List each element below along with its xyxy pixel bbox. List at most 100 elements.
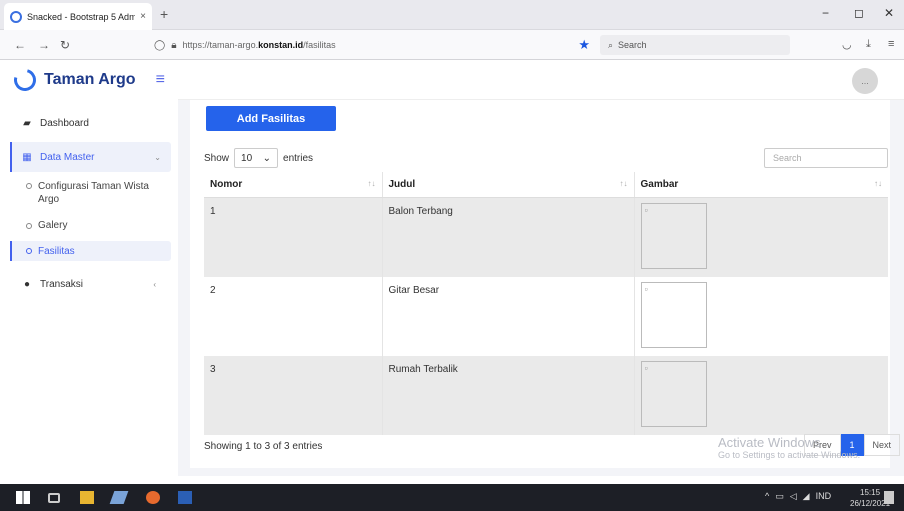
- table-row: 3 Rumah Terbalik: [204, 355, 888, 435]
- brand-name: Taman Argo: [44, 71, 136, 88]
- favicon-icon: [10, 10, 22, 23]
- tab-title: Snacked - Bootstrap 5 Admin T: [27, 11, 136, 22]
- column-header-gambar[interactable]: Gambar ↑↓: [633, 172, 888, 198]
- cell-gambar: [633, 197, 888, 277]
- show-label: Show: [204, 152, 230, 164]
- add-fasilitas-button[interactable]: Add Fasilitas: [206, 106, 336, 131]
- avatar[interactable]: ...: [852, 68, 878, 94]
- taskbar: ^ ▭ ◁ ◢ IND 15:15 26/12/2021: [0, 484, 904, 511]
- entries-length-control: Show 10 ⌄ entries: [204, 148, 313, 168]
- sidebar-item-data-master[interactable]: ▦ Data Master ⌄: [10, 142, 171, 172]
- fasilitas-table: Nomor ↑↓ Judul ↑↓ Gambar ↑↓ 1 Balon Terbang…: [204, 172, 888, 435]
- menu-icon[interactable]: ≡: [888, 38, 894, 50]
- task-view-icon[interactable]: [48, 493, 60, 503]
- network-icon[interactable]: ◢: [803, 491, 810, 502]
- grid-icon: ▦: [22, 151, 32, 163]
- chevron-down-icon: ⌄: [154, 152, 161, 162]
- table-search-input[interactable]: Search: [764, 148, 888, 168]
- shield-icon: ◯: [154, 39, 166, 51]
- app-header: [178, 60, 904, 100]
- cell-gambar: [633, 355, 888, 435]
- sidebar-item-label: Transaksi: [40, 278, 83, 290]
- cell-nomor: 1: [204, 197, 382, 277]
- circle-icon: [26, 248, 32, 254]
- cell-judul: Rumah Terbalik: [381, 355, 634, 435]
- sidebar-subitem-label: Galery: [38, 220, 68, 231]
- cell-judul: Balon Terbang: [381, 197, 634, 277]
- reload-icon[interactable]: ↻: [60, 38, 70, 52]
- new-tab-button[interactable]: +: [160, 6, 168, 22]
- table-row: 1 Balon Terbang: [204, 197, 888, 277]
- sort-icon: ↑↓: [367, 179, 376, 188]
- entries-label: entries: [283, 152, 314, 164]
- next-page-button[interactable]: Next: [863, 434, 901, 456]
- firefox-icon[interactable]: [146, 491, 160, 504]
- cell-judul: Gitar Besar: [381, 276, 634, 356]
- minimize-button[interactable]: −: [822, 6, 829, 20]
- watermark-title: Activate Windows: [718, 435, 821, 450]
- sidebar-subitem-label: Fasilitas: [38, 245, 75, 257]
- column-header-nomor[interactable]: Nomor ↑↓: [204, 172, 382, 198]
- sort-icon: ↑↓: [619, 179, 628, 188]
- browser-search-box[interactable]: ⌕ Search: [600, 35, 790, 55]
- entries-select[interactable]: 10 ⌄: [234, 148, 279, 168]
- file-explorer-icon[interactable]: [80, 491, 94, 504]
- address-bar[interactable]: ◯ 🔒︎ https://taman-argo.konstan.id/fasil…: [150, 35, 590, 55]
- language-indicator[interactable]: IND: [816, 491, 832, 502]
- tab-close-button[interactable]: ×: [140, 11, 146, 22]
- forward-icon[interactable]: →: [38, 38, 50, 52]
- sidebar-subitem-fasilitas[interactable]: Fasilitas: [10, 241, 171, 261]
- chevron-up-icon[interactable]: ^: [765, 491, 769, 502]
- main-content: Add Fasilitas Show 10 ⌄ entries Search N…: [178, 100, 904, 476]
- chevron-down-icon: ⌄: [262, 152, 272, 164]
- search-placeholder: Search: [618, 40, 647, 50]
- broken-image-icon: [640, 281, 707, 348]
- browser-tab[interactable]: Snacked - Bootstrap 5 Admin T ×: [4, 3, 152, 30]
- app-icon[interactable]: [109, 491, 129, 504]
- column-header-judul[interactable]: Judul ↑↓: [381, 172, 634, 198]
- cell-nomor: 3: [204, 355, 382, 435]
- battery-icon[interactable]: ▭: [775, 491, 784, 502]
- lock-icon: 🔒︎: [171, 39, 177, 51]
- browser-nav-bar: ← → ↻ ◯ 🔒︎ https://taman-argo.konstan.id…: [0, 30, 904, 60]
- sidebar-subitem-galery[interactable]: Galery: [0, 220, 178, 231]
- sidebar: ▰ Dashboard ▦ Data Master ⌄ Configurasi …: [0, 100, 178, 476]
- circle-icon: [26, 183, 32, 189]
- download-icon[interactable]: ⤓: [866, 38, 871, 51]
- windows-start-icon[interactable]: [16, 491, 30, 504]
- drop-icon: ●: [23, 278, 31, 290]
- maximize-button[interactable]: ◻: [854, 6, 864, 20]
- circle-icon: [26, 223, 32, 229]
- chevron-left-icon: ‹: [153, 279, 156, 289]
- sidebar-subitem-configurasi[interactable]: Configurasi Taman Wista Argo: [0, 180, 178, 206]
- activation-watermark: Activate Windows Go to Settings to activ…: [718, 435, 860, 460]
- table-info: Showing 1 to 3 of 3 entries: [204, 441, 323, 452]
- cell-nomor: 2: [210, 284, 216, 296]
- fasilitas-card: Add Fasilitas Show 10 ⌄ entries Search N…: [190, 100, 901, 468]
- sidebar-item-label: Dashboard: [40, 117, 89, 129]
- close-window-button[interactable]: ✕: [884, 6, 894, 20]
- hamburger-icon[interactable]: ≡: [156, 71, 165, 89]
- dashboard-icon: ▰: [23, 117, 31, 129]
- volume-icon[interactable]: ◁: [790, 491, 797, 502]
- browser-tab-bar: Snacked - Bootstrap 5 Admin T × + − ◻ ✕: [0, 0, 904, 30]
- url-text: https://taman-argo.konstan.id/fasilitas: [182, 40, 336, 50]
- sidebar-item-dashboard[interactable]: ▰ Dashboard: [0, 108, 178, 138]
- logo-icon: [9, 64, 41, 96]
- cell-gambar: [633, 276, 888, 356]
- watermark-subtitle: Go to Settings to activate Windows.: [718, 450, 861, 460]
- broken-image-icon: [640, 360, 707, 427]
- system-tray: ^ ▭ ◁ ◢ IND: [765, 491, 831, 502]
- broken-image-icon: [640, 202, 707, 269]
- sidebar-item-transaksi[interactable]: ● Transaksi ‹: [0, 269, 178, 299]
- pocket-icon[interactable]: ◡: [842, 38, 852, 51]
- word-icon[interactable]: [178, 491, 192, 504]
- table-row: 2 Gitar Besar: [204, 276, 888, 356]
- search-icon: ⌕: [608, 39, 614, 50]
- brand: Taman Argo ≡: [0, 60, 178, 100]
- sidebar-item-label: Data Master: [40, 151, 95, 163]
- back-icon[interactable]: ←: [14, 38, 26, 52]
- bookmark-star-icon[interactable]: ★: [578, 37, 590, 53]
- notification-icon[interactable]: [884, 491, 894, 504]
- entries-value: 10: [241, 152, 253, 164]
